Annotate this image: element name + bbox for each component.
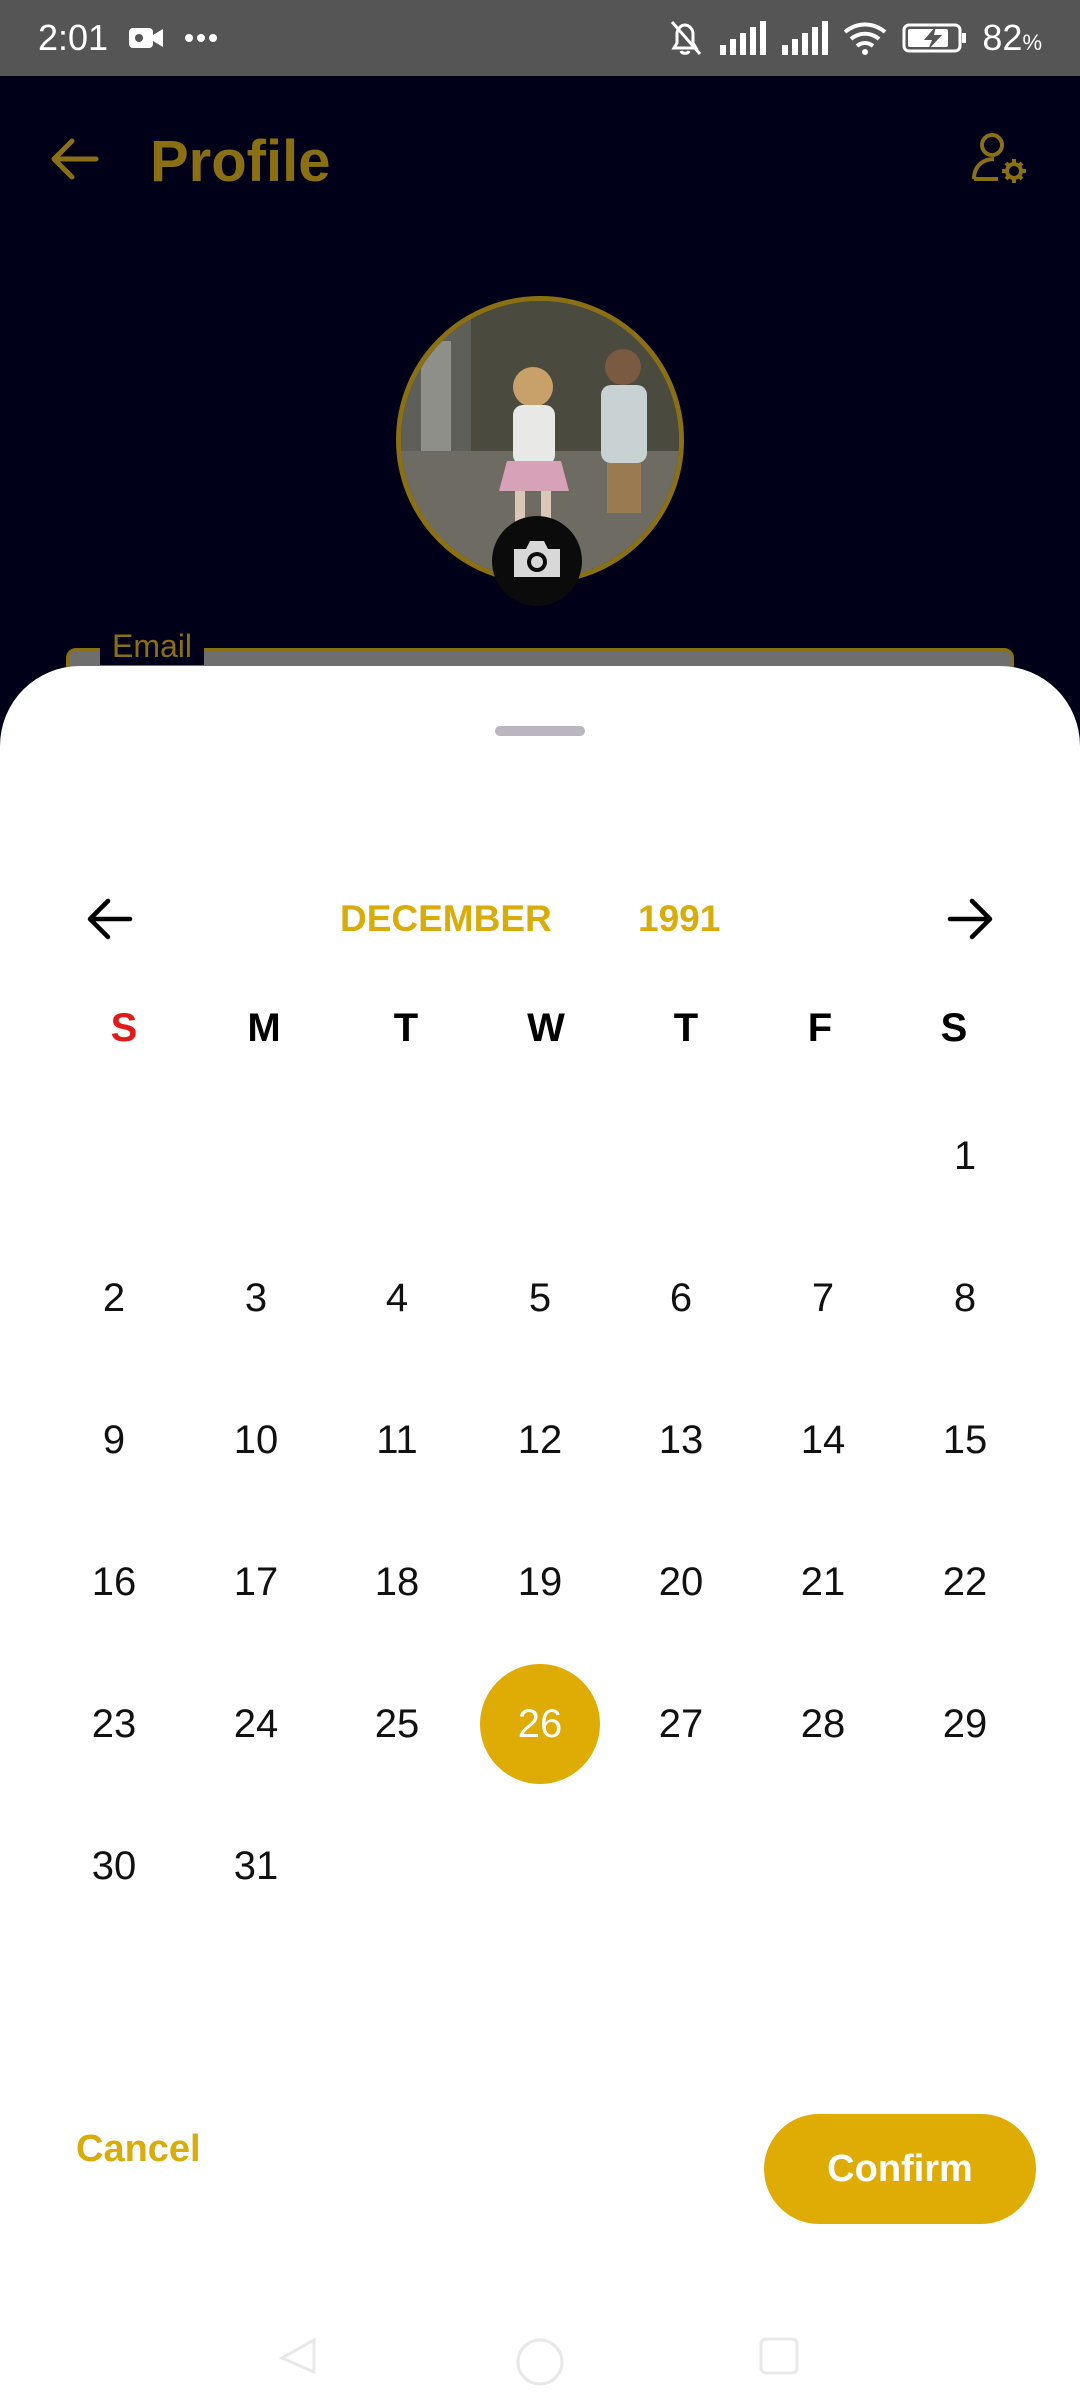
screen: 2:01 82% Profile Email DECEMBER 1991 S M… (0, 0, 1080, 2408)
email-label: Email (100, 628, 205, 665)
calendar-day[interactable]: 24 (196, 1664, 316, 1784)
calendar-day[interactable]: 13 (621, 1380, 741, 1500)
back-arrow-icon[interactable] (50, 137, 100, 186)
change-photo-button[interactable] (492, 516, 582, 606)
calendar-day[interactable]: 2 (54, 1238, 174, 1358)
app-bar: Profile (0, 76, 1080, 246)
calendar-day[interactable]: 29 (905, 1664, 1025, 1784)
calendar-day[interactable]: 14 (763, 1380, 883, 1500)
calendar-day[interactable]: 9 (54, 1380, 174, 1500)
calendar-day[interactable]: 19 (480, 1522, 600, 1642)
calendar-day[interactable]: 5 (480, 1238, 600, 1358)
calendar-day[interactable]: 4 (337, 1238, 457, 1358)
profile-avatar-wrap (396, 296, 684, 606)
calendar-day[interactable]: 22 (905, 1522, 1025, 1642)
calendar-day[interactable]: 12 (480, 1380, 600, 1500)
status-bar: 2:01 82% (0, 0, 1080, 76)
system-navigation-bar (0, 2306, 1080, 2406)
calendar-day[interactable]: 7 (763, 1238, 883, 1358)
battery-charging-icon (902, 22, 968, 54)
video-camera-icon (128, 24, 164, 52)
calendar-day[interactable]: 17 (196, 1522, 316, 1642)
nav-recents-icon[interactable] (758, 2336, 800, 2381)
date-picker-sheet: DECEMBER 1991 S M T W T F S 1 2 3 4 5 6 7 8 9 10 1… (0, 666, 1080, 2408)
cancel-button[interactable]: Cancel (60, 2104, 217, 2194)
calendar-day[interactable]: 30 (54, 1806, 174, 1926)
page-title: Profile (150, 128, 331, 194)
calendar-day[interactable]: 16 (54, 1522, 174, 1642)
bell-off-icon (666, 18, 704, 58)
calendar-days-grid: 1 2 3 4 5 6 7 8 9 10 11 12 13 14 15 16 17 18 19 20 21 22 23 24 2… (0, 666, 1080, 1888)
nav-home-icon[interactable] (514, 2336, 566, 2393)
calendar-day[interactable]: 1 (905, 1096, 1025, 1216)
calendar-day[interactable]: 8 (905, 1238, 1025, 1358)
signal-icon-2 (780, 21, 829, 55)
calendar-day[interactable]: 11 (337, 1380, 457, 1500)
calendar-day[interactable]: 31 (196, 1806, 316, 1926)
calendar-day[interactable]: 20 (621, 1522, 741, 1642)
calendar-day[interactable]: 21 (763, 1522, 883, 1642)
calendar-day[interactable]: 6 (621, 1238, 741, 1358)
user-settings-icon[interactable] (970, 131, 1030, 192)
status-time: 2:01 (38, 17, 109, 58)
camera-icon (510, 537, 564, 586)
calendar-day-selected[interactable]: 26 (480, 1664, 600, 1784)
calendar-day[interactable]: 27 (621, 1664, 741, 1784)
wifi-icon (842, 20, 888, 56)
calendar-day[interactable]: 3 (196, 1238, 316, 1358)
nav-back-icon[interactable] (278, 2336, 318, 2381)
calendar-day[interactable]: 25 (337, 1664, 457, 1784)
calendar-day[interactable]: 18 (337, 1522, 457, 1642)
calendar-day[interactable]: 10 (196, 1380, 316, 1500)
signal-icon (718, 21, 767, 55)
calendar-day[interactable]: 15 (905, 1380, 1025, 1500)
confirm-button[interactable]: Confirm (764, 2114, 1036, 2224)
calendar-day[interactable]: 28 (763, 1664, 883, 1784)
calendar-day[interactable]: 23 (54, 1664, 174, 1784)
battery-percent: 82% (982, 17, 1042, 58)
more-dots-icon (184, 33, 218, 43)
